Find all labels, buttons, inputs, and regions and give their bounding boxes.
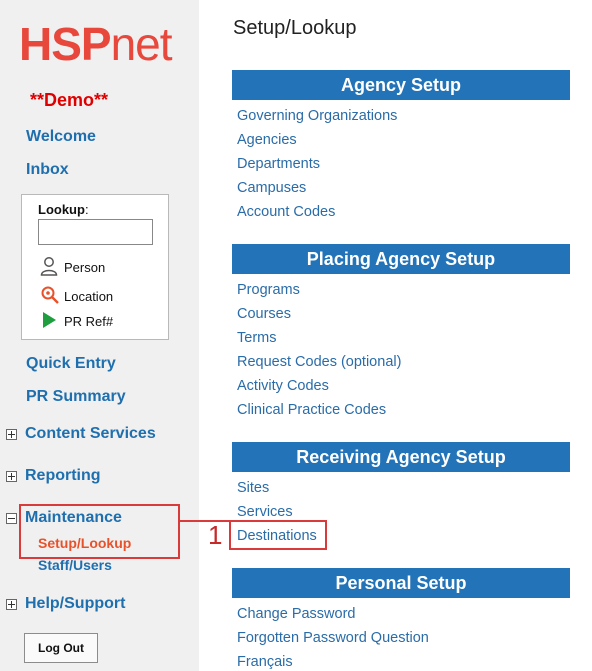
lookup-option-location[interactable]: Location (40, 285, 113, 308)
nav-quick-entry[interactable]: Quick Entry (26, 355, 116, 373)
sub-item-staff-users[interactable]: Staff/Users (38, 557, 112, 573)
lookup-option-label: Person (64, 260, 106, 275)
callout-box-destinations (229, 520, 327, 550)
section-header-receiving-agency-setup: Receiving Agency Setup (232, 442, 570, 472)
tree-label: Content Services (25, 425, 156, 442)
lookup-input[interactable] (38, 219, 153, 245)
section-header-placing-agency-setup: Placing Agency Setup (232, 244, 570, 274)
play-icon (40, 311, 60, 332)
link-services[interactable]: Services (237, 504, 293, 520)
link-clinical-practice-codes[interactable]: Clinical Practice Codes (237, 402, 386, 418)
link-departments[interactable]: Departments (237, 156, 320, 172)
callout-number: 1 (208, 520, 223, 550)
expand-icon[interactable] (6, 598, 17, 610)
nav-welcome[interactable]: Welcome (26, 128, 96, 146)
lookup-option-label: Location (64, 289, 114, 304)
lookup-option-person[interactable]: Person (40, 256, 105, 279)
tree-content-services[interactable]: Content Services (6, 425, 156, 443)
link-activity-codes[interactable]: Activity Codes (237, 378, 329, 394)
expand-icon[interactable] (6, 428, 17, 440)
lookup-panel: Lookup: Person Location PR Ref# (21, 194, 169, 340)
nav-inbox[interactable]: Inbox (26, 161, 69, 179)
link-francais[interactable]: Français (237, 654, 293, 670)
link-change-password[interactable]: Change Password (237, 606, 356, 622)
callout-box-setup-lookup (19, 504, 180, 559)
link-agencies[interactable]: Agencies (237, 132, 297, 148)
nav-pr-summary[interactable]: PR Summary (26, 388, 126, 406)
link-request-codes[interactable]: Request Codes (optional) (237, 354, 401, 370)
link-account-codes[interactable]: Account Codes (237, 204, 335, 220)
person-icon (40, 256, 60, 279)
link-terms[interactable]: Terms (237, 330, 276, 346)
link-sites[interactable]: Sites (237, 480, 269, 496)
lookup-option-label: PR Ref# (64, 314, 114, 329)
tree-help-support[interactable]: Help/Support (6, 595, 125, 613)
link-courses[interactable]: Courses (237, 306, 291, 322)
tree-label: Help/Support (25, 595, 126, 612)
logo-net-text: net (110, 18, 173, 70)
lookup-option-pr-ref[interactable]: PR Ref# (40, 311, 113, 332)
logo-hsp-text: HSP (19, 18, 112, 70)
hspnet-logo[interactable]: HSPnet (19, 16, 173, 72)
section-header-agency-setup: Agency Setup (232, 70, 570, 100)
lookup-title: Lookup: (38, 202, 89, 217)
tree-reporting[interactable]: Reporting (6, 467, 101, 485)
link-forgotten-password-question[interactable]: Forgotten Password Question (237, 630, 429, 646)
expand-icon[interactable] (6, 470, 17, 482)
link-campuses[interactable]: Campuses (237, 180, 306, 196)
link-governing-organizations[interactable]: Governing Organizations (237, 108, 397, 124)
tree-label: Reporting (25, 467, 101, 484)
collapse-icon[interactable] (6, 512, 17, 524)
page-title: Setup/Lookup (233, 17, 357, 39)
demo-label: **Demo** (30, 90, 109, 110)
sidebar: HSPnet **Demo** Welcome Inbox Lookup: Pe… (0, 0, 199, 671)
logout-button[interactable]: Log Out (24, 633, 98, 663)
link-programs[interactable]: Programs (237, 282, 300, 298)
section-header-personal-setup: Personal Setup (232, 568, 570, 598)
location-pin-icon (40, 285, 60, 308)
